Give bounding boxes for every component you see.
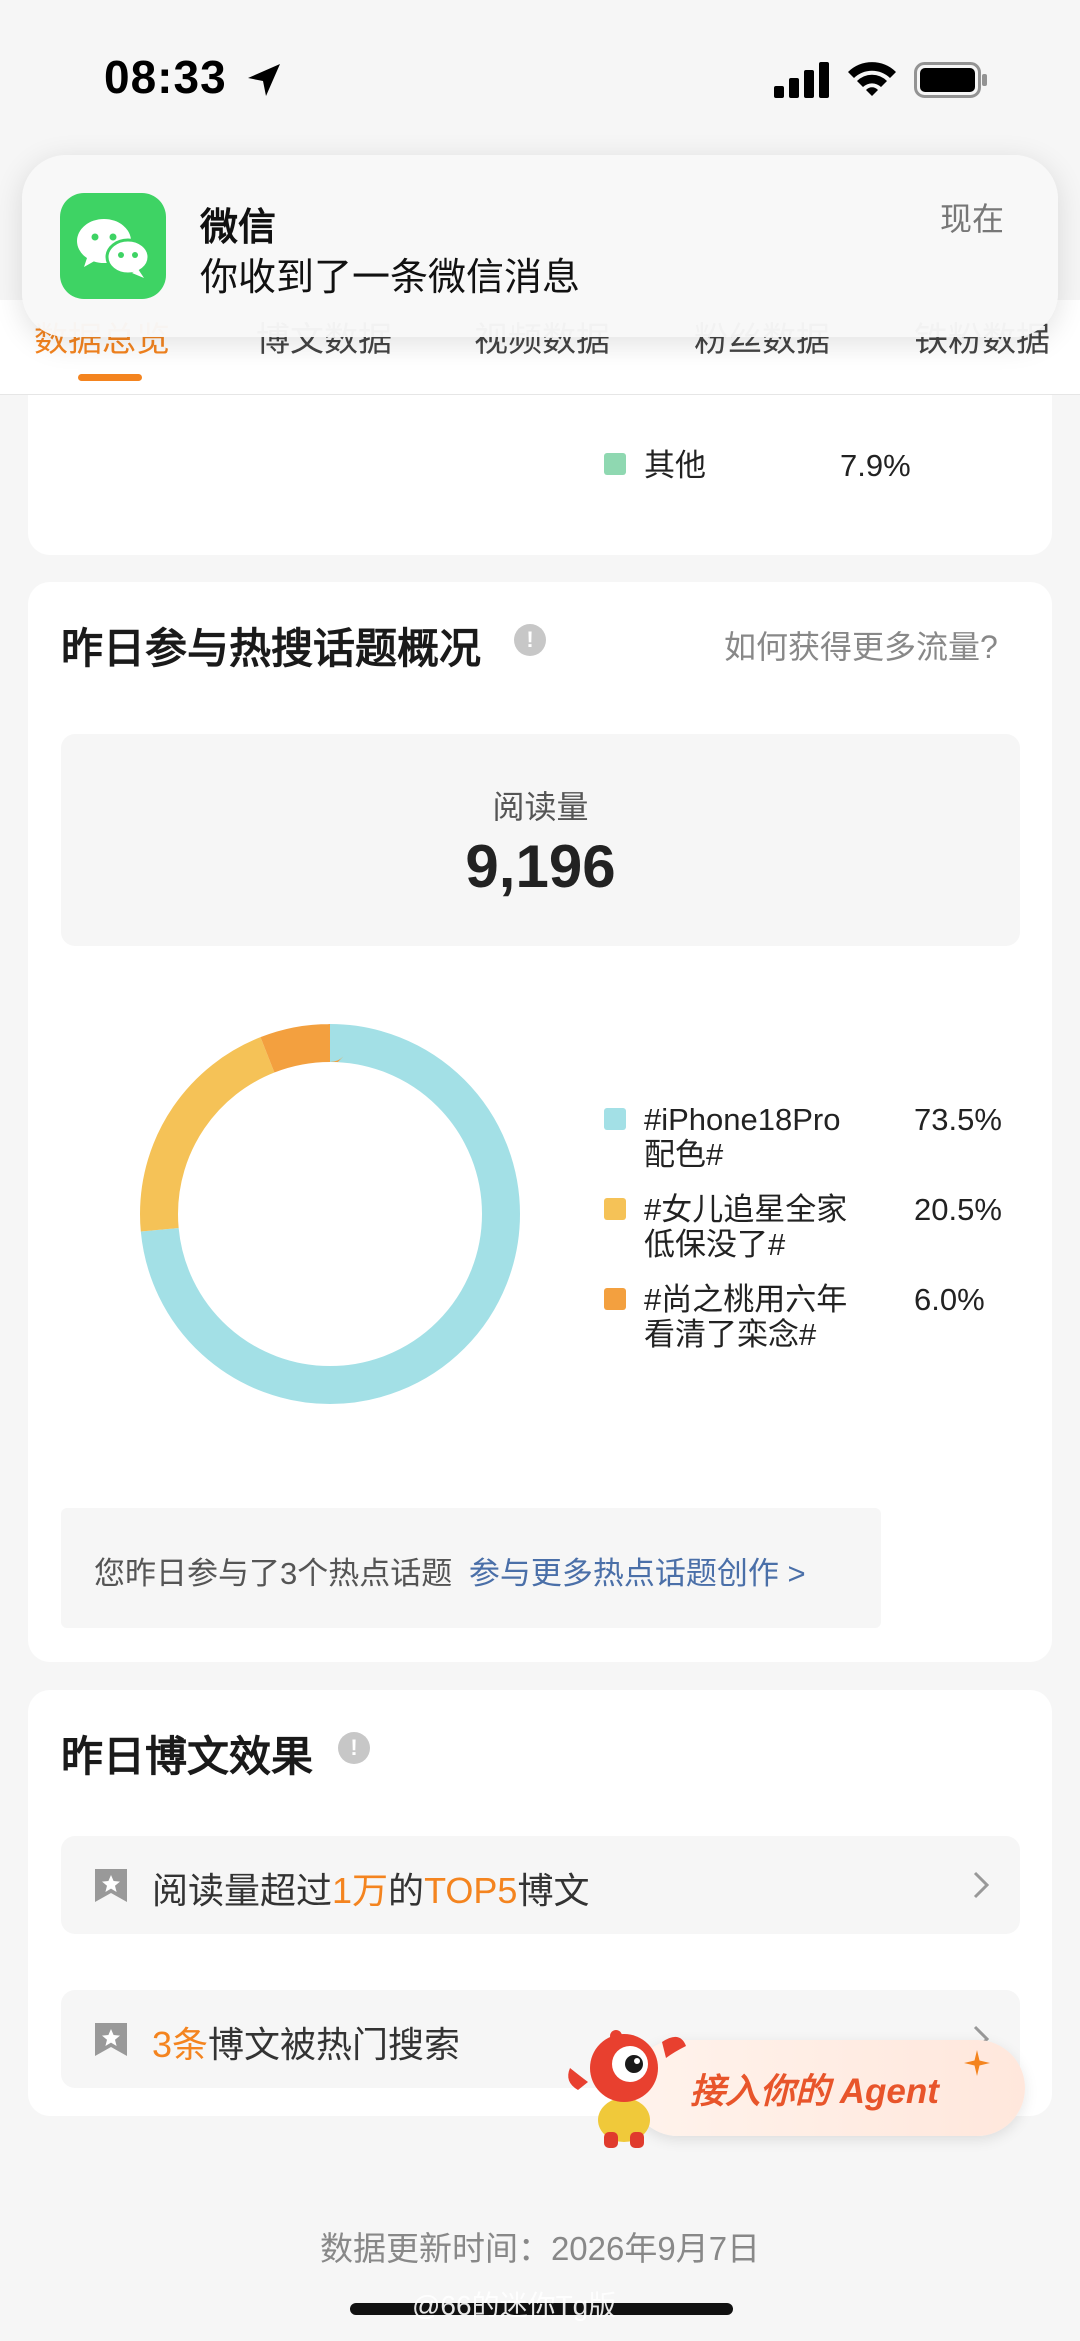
more-traffic-link[interactable]: 如何获得更多流量? xyxy=(724,622,998,668)
legend-label-topic-2: #女儿追星全家 低保没了# xyxy=(644,1192,847,1262)
battery-icon xyxy=(914,62,987,98)
top5-posts-text: 阅读量超过1万的TOP5博文 xyxy=(152,1862,589,1914)
status-time: 08:33 xyxy=(104,51,227,103)
row-highlight: TOP5 xyxy=(424,1870,518,1911)
wechat-icon xyxy=(77,219,151,278)
row-text-part: 博文 xyxy=(517,1870,590,1911)
watermark: @66的迷你Tg版 xyxy=(412,2290,617,2321)
row-text-part: 的 xyxy=(388,1870,425,1911)
hot-topics-title: 昨日参与热搜话题概况 xyxy=(61,625,482,672)
legend-label-topic-3: #尚之桃用六年 看清了栾念# xyxy=(644,1282,847,1352)
row-text-part: 博文被热门搜索 xyxy=(208,2024,461,2065)
chevron-right-icon xyxy=(973,1871,990,1899)
sparkle-icon xyxy=(964,2050,990,2076)
read-count-label: 阅读量 xyxy=(492,789,589,825)
legend-label-topic-1: #iPhone18Pro 配色# xyxy=(644,1102,841,1172)
bookmark-star-icon xyxy=(95,1869,127,1902)
topic-donut-chart xyxy=(140,1024,520,1404)
wifi-icon xyxy=(848,62,896,96)
legend-label-other: 其他 xyxy=(644,448,706,483)
post-effect-title: 昨日博文效果 xyxy=(61,1733,314,1780)
topic-summary-text: 您昨日参与了3个热点话题 xyxy=(94,1556,453,1591)
legend-swatch xyxy=(604,1288,626,1310)
topic-summary: 您昨日参与了3个热点话题 参与更多热点话题创作 > xyxy=(94,1548,806,1593)
cellular-signal-icon xyxy=(774,62,829,98)
row-highlight: 3条 xyxy=(152,2024,209,2065)
legend-percent-topic-2: 20.5% xyxy=(914,1192,1002,1227)
row-highlight: 1万 xyxy=(332,1870,389,1911)
notification-app-name: 微信 xyxy=(200,207,277,249)
legend-swatch xyxy=(604,453,626,475)
update-time: 数据更新时间：2026年9月7日 xyxy=(319,2230,761,2267)
row-text-part: 阅读量超过 xyxy=(152,1870,333,1911)
legend-swatch xyxy=(604,1108,626,1130)
legend-swatch xyxy=(604,1198,626,1220)
bookmark-star-icon xyxy=(95,2023,127,2056)
legend-percent-topic-3: 6.0% xyxy=(914,1282,985,1317)
wechat-app-icon xyxy=(60,193,166,299)
notification-time: 现在 xyxy=(940,201,1005,237)
agent-label: 接入你的 Agent xyxy=(690,2072,939,2111)
more-topics-link[interactable]: 参与更多热点话题创作 > xyxy=(469,1556,806,1591)
mascot-icon xyxy=(568,2030,686,2148)
legend-label-line: #女儿追星全家 xyxy=(644,1192,848,1227)
legend-label-line: #尚之桃用六年 xyxy=(644,1282,848,1317)
legend-percent-other: 7.9% xyxy=(840,448,911,483)
tab-active-indicator xyxy=(78,374,142,381)
legend-label-line: 低保没了# xyxy=(644,1227,786,1262)
hot-search-posts-text: 3条博文被热门搜索 xyxy=(152,2016,460,2068)
legend-percent-topic-1: 73.5% xyxy=(914,1102,1002,1137)
info-icon[interactable]: ! xyxy=(338,1732,370,1764)
read-count-value: 9,196 xyxy=(465,833,616,900)
notification-message: 你收到了一条微信消息 xyxy=(200,257,581,299)
legend-label-line: 配色# xyxy=(644,1137,724,1172)
legend-label-line: 看清了栾念# xyxy=(644,1317,817,1352)
info-icon[interactable]: ! xyxy=(514,624,546,656)
location-arrow-icon xyxy=(248,64,280,96)
legend-label-line: #iPhone18Pro xyxy=(644,1102,841,1137)
